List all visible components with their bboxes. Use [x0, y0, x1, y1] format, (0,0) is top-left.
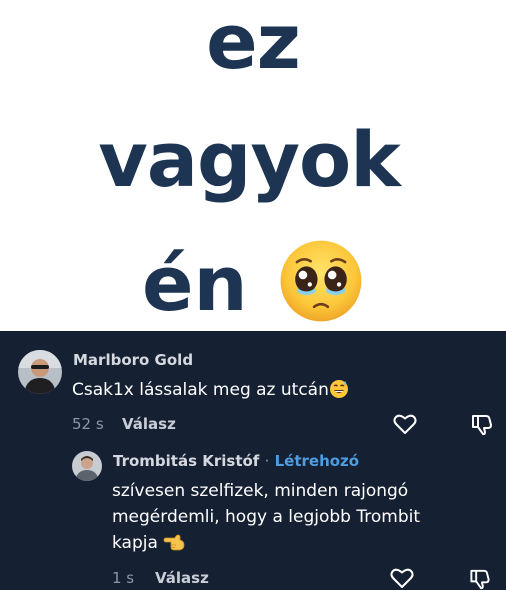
comment-timestamp: 52 s — [72, 415, 104, 433]
comment-text: szívesen szelfizek, minden rajongó megér… — [112, 478, 482, 556]
pointing-hand-icon — [163, 534, 185, 551]
avatar[interactable] — [72, 451, 102, 481]
comment-text-line: szívesen szelfizek, minden rajongó — [112, 481, 409, 501]
comment-author-line: Trombitás Kristóf · Létrehozó — [113, 452, 359, 470]
dislike-icon[interactable] — [470, 412, 494, 436]
meme-image: ez vagyok én — [0, 0, 506, 331]
creator-badge: Létrehozó — [274, 452, 360, 470]
comment-text-line: kapja — [112, 533, 158, 553]
meme-text-line-1: ez — [206, 0, 301, 86]
avatar[interactable] — [18, 350, 62, 394]
user-avatar-icon — [72, 451, 102, 481]
like-heart-icon[interactable] — [390, 567, 414, 589]
comment-timestamp: 1 s — [112, 569, 135, 587]
comment-text: Csak1x lássalak meg az utcán — [72, 377, 349, 403]
comment-text-last-line: kapja — [112, 530, 482, 556]
comment-text-line: megérdemli, hogy a legjobb Trombit — [112, 507, 421, 527]
reply-button[interactable]: Válasz — [122, 415, 176, 433]
separator-dot: · — [264, 452, 270, 470]
meme-text-line-3: én — [142, 239, 248, 328]
reply-button[interactable]: Válasz — [155, 569, 209, 587]
like-heart-icon[interactable] — [393, 413, 417, 435]
comment-author[interactable]: Trombitás Kristóf — [113, 452, 259, 470]
user-avatar-icon — [18, 350, 62, 394]
comment-text-content: Csak1x lássalak meg az utcán — [72, 380, 329, 400]
dislike-icon[interactable] — [468, 567, 492, 590]
pleading-face-icon — [280, 240, 362, 322]
grinning-sweat-face-icon — [329, 380, 348, 398]
meme-text-line-2: vagyok — [98, 115, 401, 204]
comments-panel: Marlboro Gold Csak1x lássalak meg az utc… — [0, 331, 506, 590]
comment-author[interactable]: Marlboro Gold — [73, 351, 193, 369]
